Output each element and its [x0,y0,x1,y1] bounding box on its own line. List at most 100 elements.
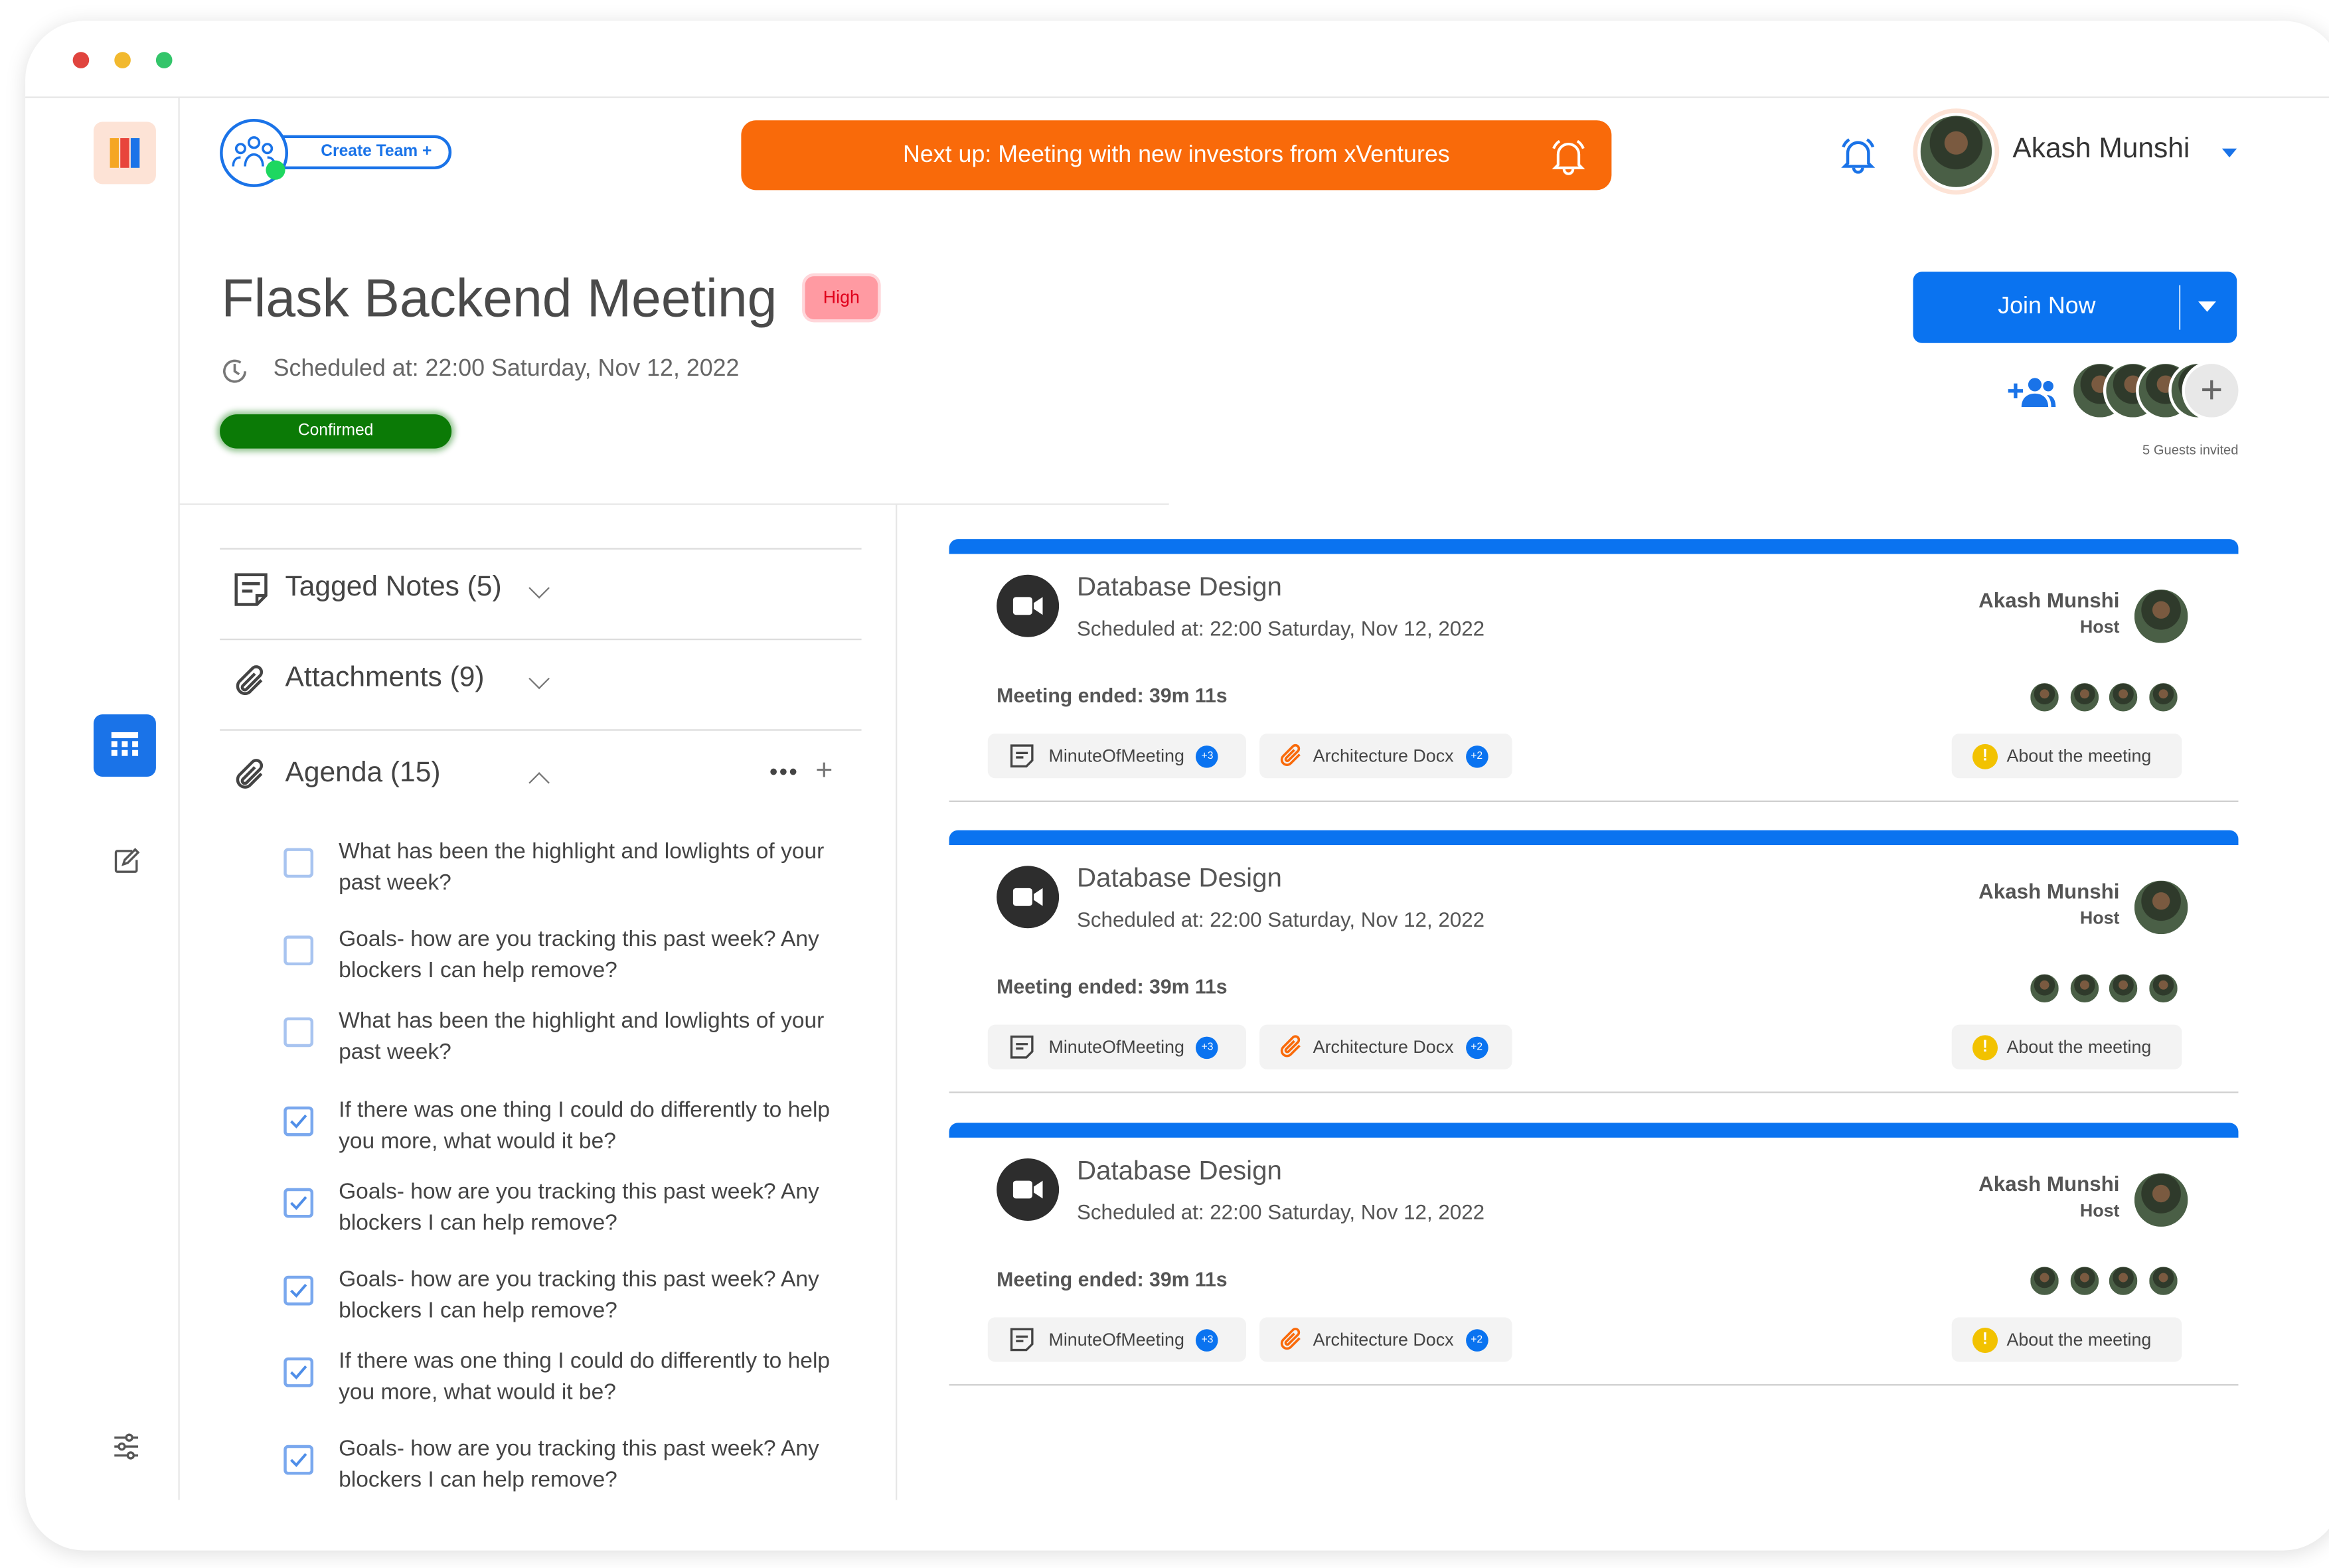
checkbox-checked[interactable] [283,1445,314,1475]
add-guest-plus-button[interactable]: + [2182,360,2241,421]
meeting-duration: Meeting ended: 39m 11s [997,684,1228,707]
meeting-duration: Meeting ended: 39m 11s [997,975,1228,998]
participant-avatar[interactable] [2107,973,2139,1004]
participant-avatar[interactable] [2069,1265,2101,1297]
meeting-card-title[interactable]: Database Design [1077,572,1282,603]
attachment-chip[interactable]: Architecture Docx +2 [1259,1024,1512,1069]
chevron-down-icon[interactable] [528,668,550,690]
calendar-grid-icon [111,732,139,756]
app-window: Create Team + Next up: Meeting with new … [25,21,2329,1551]
host-avatar[interactable] [2131,1170,2191,1230]
about-meeting-chip[interactable]: ! About the meeting [1951,1317,2182,1362]
about-meeting-label: About the meeting [2006,1329,2152,1350]
minutes-count-badge: +3 [1196,744,1219,767]
meeting-card[interactable]: Database Design Scheduled at: 22:00 Satur… [949,539,2239,803]
checkbox-unchecked[interactable] [283,1017,314,1048]
agenda-item-text: Goals- how are you tracking this past we… [339,1179,819,1236]
participant-avatar[interactable] [2147,973,2179,1004]
info-icon: ! [1972,1034,1998,1060]
join-options-chevron-icon[interactable] [2198,301,2216,312]
more-options-icon[interactable]: ••• [769,760,799,787]
checkbox-checked[interactable] [283,1188,314,1218]
user-name[interactable]: Akash Munshi [2012,133,2190,166]
attachment-chip-label: Architecture Docx [1313,1329,1454,1350]
document-icon [1010,1035,1034,1059]
meeting-card-scheduled: Scheduled at: 22:00 Saturday, Nov 12, 20… [1076,1200,1485,1224]
meeting-card[interactable]: Database Design Scheduled at: 22:00 Satur… [949,830,2239,1095]
sidebar-item-settings[interactable] [112,1432,141,1469]
meeting-card-scheduled: Scheduled at: 22:00 Saturday, Nov 12, 20… [1076,907,1485,931]
minutes-chip[interactable]: MinuteOfMeeting +3 [987,1317,1247,1362]
about-meeting-chip[interactable]: ! About the meeting [1951,734,2182,779]
user-avatar[interactable] [1917,113,1995,191]
host-role: Host [2079,1200,2120,1221]
add-guest-icon[interactable] [2006,374,2057,410]
checkbox-unchecked[interactable] [283,848,314,878]
meeting-card-title[interactable]: Database Design [1077,1156,1282,1187]
minutes-chip[interactable]: MinuteOfMeeting +3 [987,734,1247,779]
user-menu-chevron-icon[interactable] [2221,148,2237,158]
participant-avatar[interactable] [2107,1265,2139,1297]
meeting-card-title[interactable]: Database Design [1077,863,1282,894]
participant-avatar[interactable] [2147,681,2179,713]
host-avatar[interactable] [2131,878,2191,937]
chevron-down-icon[interactable] [528,578,550,599]
minutes-chip[interactable]: MinuteOfMeeting +3 [987,1024,1247,1069]
participant-avatar[interactable] [2107,681,2139,713]
agenda-item-text: If there was one thing I could do differ… [339,1348,831,1405]
close-window-dot[interactable] [72,52,90,68]
tagged-notes-header[interactable]: Tagged Notes (5) [285,572,502,604]
card-accent-bar [949,539,2239,554]
attachment-count-badge: +2 [1465,744,1488,767]
participant-avatar[interactable] [2069,973,2101,1004]
chevron-up-icon[interactable] [528,772,550,793]
participant-avatar[interactable] [2029,681,2060,713]
next-meeting-banner[interactable]: Next up: Meeting with new investors from… [741,120,1612,191]
minimize-window-dot[interactable] [114,52,131,68]
attachment-count-badge: +2 [1465,1328,1488,1351]
attachments-header[interactable]: Attachments (9) [285,663,485,695]
meeting-card[interactable]: Database Design Scheduled at: 22:00 Satur… [949,1123,2239,1387]
checkbox-checked[interactable] [283,1275,314,1306]
meeting-scheduled-time: Scheduled at: 22:00 Saturday, Nov 12, 20… [273,356,740,382]
card-divider [949,1091,2239,1093]
checkbox-unchecked[interactable] [283,935,314,966]
about-meeting-chip[interactable]: ! About the meeting [1951,1024,2182,1069]
sidebar-divider [178,98,180,1500]
checkbox-checked[interactable] [283,1357,314,1387]
participant-avatar[interactable] [2029,973,2060,1004]
minutes-chip-label: MinuteOfMeeting [1048,745,1184,767]
notifications-button[interactable] [1839,135,1878,181]
alarm-bell-icon [1552,139,1585,175]
sidebar-item-calendar[interactable] [93,714,156,777]
participant-avatar[interactable] [2069,681,2101,713]
info-icon: ! [1972,743,1998,769]
create-team-button[interactable]: Create Team + [220,118,452,187]
checkbox-checked[interactable] [283,1106,314,1137]
maximize-window-dot[interactable] [155,52,173,68]
attachment-count-badge: +2 [1465,1036,1488,1059]
agenda-item-text: What has been the highlight and lowlight… [339,1008,825,1065]
about-meeting-label: About the meeting [2006,745,2152,767]
document-icon [1010,1328,1034,1352]
header-divider [179,503,1169,505]
sidebar-item-notes[interactable] [112,846,141,884]
attachment-chip[interactable]: Architecture Docx +2 [1259,734,1512,779]
meeting-card-scheduled: Scheduled at: 22:00 Saturday, Nov 12, 20… [1076,616,1485,641]
attachment-chip[interactable]: Architecture Docx +2 [1259,1317,1512,1362]
host-avatar[interactable] [2131,586,2191,647]
attachment-chip-label: Architecture Docx [1313,745,1454,767]
logo-bar-blue [130,138,140,168]
participant-avatar[interactable] [2147,1265,2179,1297]
paperclip-icon [1280,1035,1301,1058]
app-logo[interactable] [93,121,156,185]
participant-avatar[interactable] [2029,1265,2060,1297]
logo-bar-red [120,138,129,168]
bell-icon [1841,138,1876,174]
agenda-header[interactable]: Agenda (15) [285,757,441,790]
agenda-item-text: If there was one thing I could do differ… [339,1097,831,1154]
join-now-button[interactable]: Join Now [1913,272,2237,343]
agenda-item-text: Goals- how are you tracking this past we… [339,1267,819,1324]
add-agenda-plus-icon[interactable]: + [815,754,833,788]
paperclip-icon [236,759,264,789]
